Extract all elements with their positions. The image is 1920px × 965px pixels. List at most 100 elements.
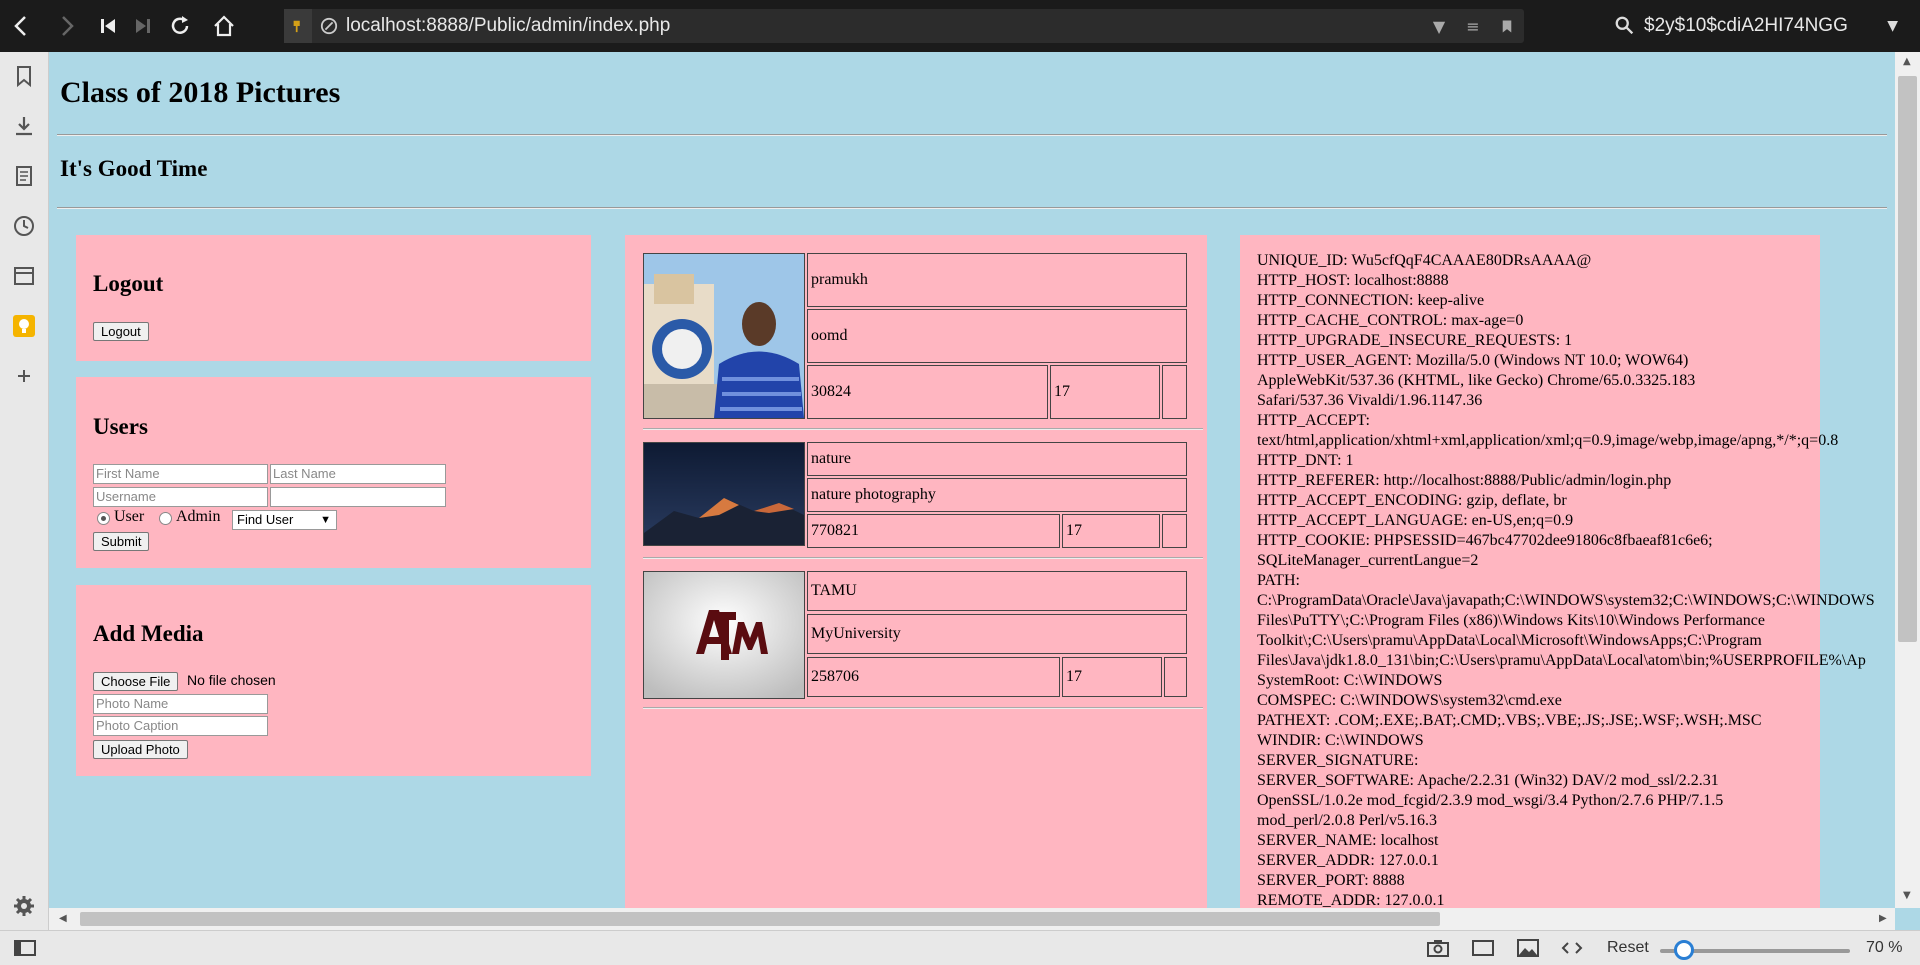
page-content: Class of 2018 Pictures It's Good Time Lo… xyxy=(49,52,1895,908)
divider xyxy=(57,207,1887,209)
server-info-line: REMOTE_ADDR: 127.0.0.1 xyxy=(1257,892,1445,908)
server-info-line: COMSPEC: C:\WINDOWS\system32\cmd.exe xyxy=(1257,692,1562,709)
scroll-left-icon[interactable]: ◀ xyxy=(59,913,67,924)
capture-icon[interactable] xyxy=(1427,939,1449,957)
radio-admin[interactable] xyxy=(159,512,172,525)
last-name-field[interactable]: Last Name xyxy=(270,464,446,484)
add-media-panel: Add Media Choose File No file chosen Pho… xyxy=(76,585,591,776)
reload-icon[interactable] xyxy=(158,0,202,52)
notes-icon[interactable] xyxy=(12,164,36,188)
zoom-reset-button[interactable]: Reset xyxy=(1607,939,1649,957)
horizontal-scroll-thumb[interactable] xyxy=(80,912,1440,926)
server-info-line: Safari/537.36 Vivaldi/1.96.1147.36 xyxy=(1257,392,1483,409)
search-input[interactable]: $2y$10$cdiA2HI74NGG xyxy=(1636,15,1887,37)
page-title: Class of 2018 Pictures xyxy=(60,76,341,109)
media-thumbnail-portrait[interactable] xyxy=(643,253,805,419)
username-field[interactable]: Username xyxy=(93,487,268,507)
media-action-cell[interactable] xyxy=(1162,365,1187,419)
server-info-line: SERVER_SIGNATURE: xyxy=(1257,752,1419,769)
dropdown-arrow-icon[interactable]: ▼ xyxy=(1422,17,1456,36)
server-info-panel: UNIQUE_ID: Wu5cfQqF4CAAAE80DRsAAAA@ HTTP_… xyxy=(1240,235,1875,908)
home-icon[interactable] xyxy=(202,0,246,52)
address-bar[interactable]: localhost:8888/Public/admin/index.php ▼ … xyxy=(284,9,1524,43)
photo-name-field[interactable]: Photo Name xyxy=(93,694,268,714)
fast-forward-icon[interactable] xyxy=(128,0,158,52)
server-info-line: Files\PuTTY\;C:\Program Files (x86)\Wind… xyxy=(1257,612,1766,629)
scroll-down-icon[interactable]: ▼ xyxy=(1903,890,1911,901)
scroll-up-icon[interactable]: ▲ xyxy=(1903,56,1911,67)
server-info-line: PATHEXT: .COM;.EXE;.BAT;.CMD;.VBS;.VBE;.… xyxy=(1257,712,1762,729)
panel-toggle-icon[interactable] xyxy=(14,939,36,957)
choose-file-button[interactable]: Choose File xyxy=(93,672,179,691)
find-user-select[interactable]: Find User ▼ xyxy=(232,510,337,530)
media-caption: MyUniversity xyxy=(807,614,1187,654)
server-info-line: HTTP_ACCEPT: xyxy=(1257,412,1370,429)
zoom-level: 70 % xyxy=(1866,939,1903,956)
server-info-line: C:\ProgramData\Oracle\Java\javapath;C:\W… xyxy=(1257,592,1875,609)
media-action-cell[interactable] xyxy=(1162,514,1187,548)
server-info-line: mod_perl/2.0.8 Perl/v5.16.3 xyxy=(1257,812,1437,829)
media-id: 30824 xyxy=(807,365,1048,419)
page-actions-icon[interactable] xyxy=(1561,939,1583,957)
media-thumbnail-atm-logo[interactable] xyxy=(643,571,805,699)
radio-user[interactable] xyxy=(97,512,110,525)
images-icon[interactable] xyxy=(1517,939,1539,957)
server-info-list: UNIQUE_ID: Wu5cfQqF4CAAAE80DRsAAAA@ HTTP_… xyxy=(1257,251,1875,908)
status-bar: Reset 70 % xyxy=(0,930,1920,965)
vertical-scroll-thumb[interactable] xyxy=(1898,76,1917,642)
server-info-line: SERVER_PORT: 8888 xyxy=(1257,872,1405,889)
server-info-line: text/html,application/xhtml+xml,applicat… xyxy=(1257,432,1839,449)
logout-heading: Logout xyxy=(93,271,164,296)
back-icon[interactable] xyxy=(0,0,44,52)
add-media-heading: Add Media xyxy=(93,621,204,646)
browser-sidebar xyxy=(0,52,49,930)
bookmark-page-icon[interactable] xyxy=(1490,19,1524,34)
window-panel-icon[interactable] xyxy=(12,264,36,288)
key-icon[interactable] xyxy=(284,9,312,43)
search-box[interactable]: $2y$10$cdiA2HI74NGG ▼ xyxy=(1608,9,1908,43)
url-text[interactable]: localhost:8888/Public/admin/index.php xyxy=(346,15,1422,37)
divider xyxy=(643,557,1203,559)
photo-caption-field[interactable]: Photo Caption xyxy=(93,716,268,736)
server-info-line: WINDIR: C:\WINDOWS xyxy=(1257,732,1424,749)
downloads-icon[interactable] xyxy=(12,114,36,138)
server-info-line: HTTP_REFERER: http://localhost:8888/Publ… xyxy=(1257,472,1672,489)
media-count: 17 xyxy=(1062,657,1162,697)
first-name-field[interactable]: First Name xyxy=(93,464,268,484)
media-count: 17 xyxy=(1062,514,1160,548)
history-icon[interactable] xyxy=(12,214,36,238)
server-info-line: HTTP_ACCEPT_ENCODING: gzip, deflate, br xyxy=(1257,492,1567,509)
forward-icon[interactable] xyxy=(44,0,88,52)
site-info-icon[interactable] xyxy=(312,17,346,35)
divider xyxy=(57,134,1887,136)
media-action-cell[interactable] xyxy=(1164,657,1187,697)
divider xyxy=(643,428,1203,430)
add-panel-icon[interactable] xyxy=(12,364,36,388)
server-info-line: OpenSSL/1.0.2e mod_fcgid/2.3.9 mod_wsgi/… xyxy=(1257,792,1724,809)
server-info-line: SystemRoot: C:\WINDOWS xyxy=(1257,672,1443,689)
media-thumbnail-mountain[interactable] xyxy=(643,442,805,546)
server-info-line: HTTP_CACHE_CONTROL: max-age=0 xyxy=(1257,312,1524,329)
rewind-icon[interactable] xyxy=(88,0,128,52)
keep-web-panel-icon[interactable] xyxy=(12,314,36,338)
settings-gear-icon[interactable] xyxy=(12,894,36,918)
media-id: 258706 xyxy=(807,657,1060,697)
search-dropdown-icon[interactable]: ▼ xyxy=(1887,18,1908,34)
server-info-line: HTTP_UPGRADE_INSECURE_REQUESTS: 1 xyxy=(1257,332,1573,349)
server-info-line: SQLiteManager_currentLangue=2 xyxy=(1257,552,1479,569)
server-info-line: HTTP_ACCEPT_LANGUAGE: en-US,en;q=0.9 xyxy=(1257,512,1574,529)
zoom-slider-handle[interactable] xyxy=(1674,940,1694,960)
server-info-line: SERVER_SOFTWARE: Apache/2.2.31 (Win32) D… xyxy=(1257,772,1719,789)
server-info-line: HTTP_COOKIE: PHPSESSID=467bc47702dee9180… xyxy=(1257,532,1713,549)
scroll-right-icon[interactable]: ▶ xyxy=(1879,913,1887,924)
media-caption: nature photography xyxy=(807,478,1187,512)
media-name: pramukh xyxy=(807,253,1187,307)
upload-photo-button[interactable]: Upload Photo xyxy=(93,740,188,759)
password-field[interactable] xyxy=(270,487,446,507)
file-status-text: No file chosen xyxy=(187,672,276,688)
submit-button[interactable]: Submit xyxy=(93,532,150,551)
bookmarks-icon[interactable] xyxy=(12,64,36,88)
logout-button[interactable]: Logout xyxy=(93,322,149,341)
tiling-icon[interactable] xyxy=(1472,939,1494,957)
reader-view-icon[interactable]: ≡ xyxy=(1456,17,1490,36)
